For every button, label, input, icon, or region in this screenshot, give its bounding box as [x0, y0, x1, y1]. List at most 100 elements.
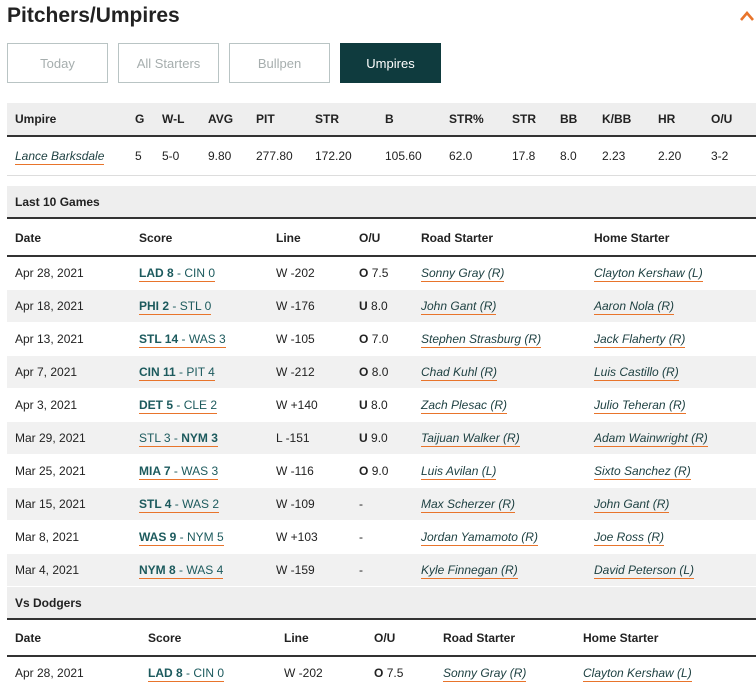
score-link[interactable]: STL 3 - NYM 3 — [139, 430, 218, 447]
col-home-starter[interactable]: Home Starter — [586, 220, 756, 256]
game-line: L -151 — [276, 430, 310, 445]
game-date: Mar 4, 2021 — [15, 562, 80, 577]
score-separator: - — [175, 364, 187, 379]
cell-avg: 9.80 — [208, 148, 232, 163]
col-road-starter[interactable]: Road Starter — [413, 220, 586, 256]
col-bb[interactable]: BB — [552, 103, 594, 136]
col-score[interactable]: Score — [131, 220, 268, 256]
score-separator: - — [176, 529, 188, 544]
road-starter-link[interactable]: Sonny Gray (R) — [443, 665, 527, 682]
home-starter-link[interactable]: Joe Ross (R) — [594, 529, 665, 546]
col-line[interactable]: Line — [268, 220, 351, 256]
col-date[interactable]: Date — [7, 620, 140, 656]
score-link[interactable]: PHI 2 - STL 0 — [139, 298, 212, 315]
chevron-up-icon[interactable] — [740, 10, 754, 22]
game-line: W -202 — [276, 265, 315, 280]
col-ou[interactable]: O/U — [703, 103, 756, 136]
score-link[interactable]: NYM 8 - WAS 4 — [139, 562, 224, 579]
ou-value: 9.0 — [371, 430, 388, 445]
game-date: Mar 8, 2021 — [15, 529, 80, 544]
col-str2[interactable]: STR — [504, 103, 552, 136]
game-row: Mar 25, 2021 MIA 7 - WAS 3 W -116 O 9.0 Luis… — [7, 454, 756, 487]
home-score: NYM 3 — [181, 430, 218, 445]
col-pit[interactable]: PIT — [248, 103, 307, 136]
col-date[interactable]: Date — [7, 220, 131, 256]
col-g[interactable]: G — [127, 103, 154, 136]
score-link[interactable]: MIA 7 - WAS 3 — [139, 463, 219, 480]
ou-code: U — [359, 298, 368, 313]
col-score[interactable]: Score — [140, 620, 276, 656]
road-starter-link[interactable]: Max Scherzer (R) — [421, 496, 516, 513]
col-line[interactable]: Line — [276, 620, 366, 656]
road-starter-link[interactable]: Kyle Finnegan (R) — [421, 562, 518, 579]
score-link[interactable]: CIN 11 - PIT 4 — [139, 364, 215, 381]
score-link[interactable]: STL 14 - WAS 3 — [139, 331, 226, 348]
home-starter-link[interactable]: Julio Teheran (R) — [594, 397, 686, 414]
game-line: W -176 — [276, 298, 315, 313]
ou-code: O — [359, 331, 369, 346]
col-road-starter[interactable]: Road Starter — [435, 620, 575, 656]
col-kbb[interactable]: K/BB — [594, 103, 650, 136]
umpire-name-link[interactable]: Lance Barksdale — [15, 148, 105, 165]
road-starter-link[interactable]: Zach Plesac (R) — [421, 397, 508, 414]
tab-bullpen[interactable]: Bullpen — [229, 43, 330, 83]
game-row: Apr 18, 2021 PHI 2 - STL 0 W -176 U 8.0 John… — [7, 289, 756, 322]
road-starter-link[interactable]: Sonny Gray (R) — [421, 265, 505, 282]
score-link[interactable]: LAD 8 - CIN 0 — [148, 665, 225, 682]
col-wl[interactable]: W-L — [154, 103, 200, 136]
ou-value: 8.0 — [371, 298, 388, 313]
road-starter-link[interactable]: Chad Kuhl (R) — [421, 364, 498, 381]
road-starter-link[interactable]: John Gant (R) — [421, 298, 497, 315]
umpire-table-header: Umpire G W-L AVG PIT STR B STR% STR BB K… — [7, 103, 756, 136]
home-starter-link[interactable]: Aaron Nola (R) — [594, 298, 675, 315]
home-starter-link[interactable]: Adam Wainwright (R) — [594, 430, 708, 447]
road-starter-link[interactable]: Taijuan Walker (R) — [421, 430, 520, 447]
col-b[interactable]: B — [377, 103, 441, 136]
home-starter-link[interactable]: Clayton Kershaw (L) — [583, 665, 692, 682]
score-link[interactable]: DET 5 - CLE 2 — [139, 397, 218, 414]
game-row: Apr 28, 2021 LAD 8 - CIN 0 W -202 O 7.5 Sonn… — [7, 656, 756, 689]
home-starter-link[interactable]: Sixto Sanchez (R) — [594, 463, 691, 480]
game-date: Mar 25, 2021 — [15, 463, 86, 478]
cell-b: 105.60 — [385, 148, 422, 163]
home-score: WAS 2 — [182, 496, 220, 511]
home-starter-link[interactable]: David Peterson (L) — [594, 562, 695, 579]
ou-value: 8.0 — [371, 397, 388, 412]
cell-hr: 2.20 — [658, 148, 682, 163]
tab-all-starters[interactable]: All Starters — [118, 43, 219, 83]
ou-code: O — [374, 665, 384, 680]
home-starter-link[interactable]: Clayton Kershaw (L) — [594, 265, 703, 282]
score-link[interactable]: LAD 8 - CIN 0 — [139, 265, 216, 282]
home-starter-link[interactable]: John Gant (R) — [594, 496, 670, 513]
tab-umpires[interactable]: Umpires — [340, 43, 441, 83]
home-starter-link[interactable]: Luis Castillo (R) — [594, 364, 679, 381]
ou-value: - — [359, 496, 363, 511]
col-umpire[interactable]: Umpire — [7, 103, 127, 136]
game-line: W -159 — [276, 562, 315, 577]
home-score: WAS 4 — [186, 562, 224, 577]
col-ou[interactable]: O/U — [366, 620, 435, 656]
score-separator: - — [170, 430, 182, 445]
game-line: W -116 — [276, 463, 314, 478]
col-ou[interactable]: O/U — [351, 220, 413, 256]
score-link[interactable]: STL 4 - WAS 2 — [139, 496, 220, 513]
score-link[interactable]: WAS 9 - NYM 5 — [139, 529, 224, 546]
ou-code: U — [359, 430, 368, 445]
home-score: CLE 2 — [183, 397, 218, 412]
tab-today[interactable]: Today — [7, 43, 108, 83]
col-hr[interactable]: HR — [650, 103, 703, 136]
col-home-starter[interactable]: Home Starter — [575, 620, 756, 656]
score-separator: - — [169, 298, 180, 313]
road-starter-link[interactable]: Luis Avilan (L) — [421, 463, 497, 480]
road-starter-link[interactable]: Stephen Strasburg (R) — [421, 331, 542, 348]
cell-str-pct: 62.0 — [449, 148, 473, 163]
game-date: Mar 15, 2021 — [15, 496, 86, 511]
col-avg[interactable]: AVG — [200, 103, 248, 136]
col-str[interactable]: STR — [307, 103, 377, 136]
home-score: NYM 5 — [187, 529, 224, 544]
col-str-pct[interactable]: STR% — [441, 103, 504, 136]
ou-value: 7.0 — [371, 331, 389, 346]
road-starter-link[interactable]: Jordan Yamamoto (R) — [421, 529, 538, 546]
game-row: Mar 8, 2021 WAS 9 - NYM 5 W +103 - Jordan Y… — [7, 520, 756, 553]
home-starter-link[interactable]: Jack Flaherty (R) — [594, 331, 686, 348]
